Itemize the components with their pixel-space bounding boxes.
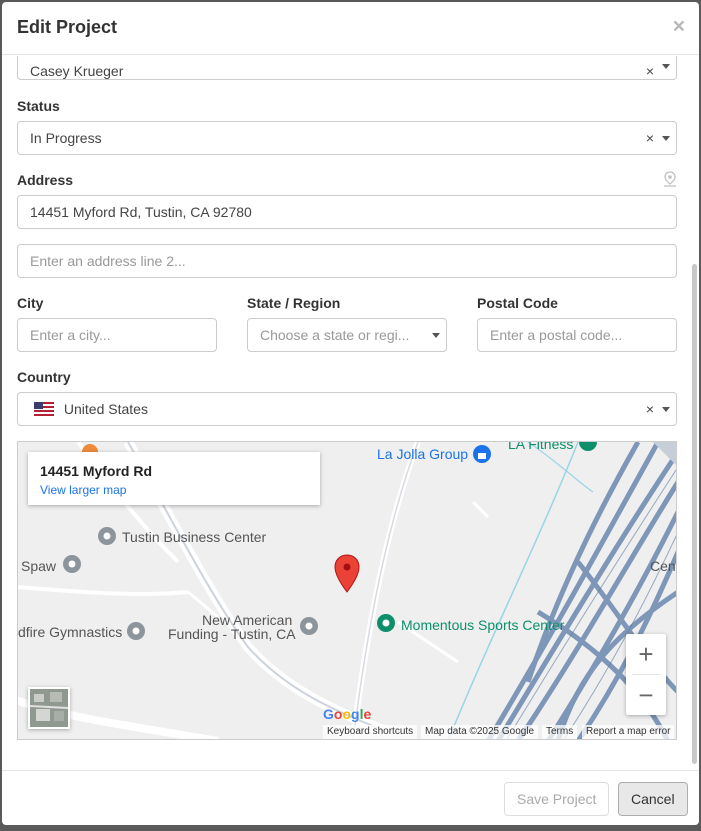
map-info-card: 14451 Myford Rd View larger map	[28, 452, 320, 505]
city-placeholder: Enter a city...	[30, 327, 111, 343]
status-label: Status	[17, 98, 60, 114]
address-line2-input[interactable]: Enter an address line 2...	[17, 244, 677, 278]
assignee-value: Casey Krueger	[30, 63, 124, 79]
country-clear-button[interactable]: ×	[646, 401, 654, 417]
chevron-down-icon[interactable]	[662, 64, 670, 69]
postal-code-placeholder: Enter a postal code...	[490, 327, 623, 343]
chevron-down-icon[interactable]	[662, 136, 670, 141]
assignee-select[interactable]: Casey Krueger ×	[17, 56, 677, 80]
state-select[interactable]: Choose a state or regi...	[247, 318, 447, 352]
address-line1-input[interactable]: 14451 Myford Rd, Tustin, CA 92780	[17, 195, 677, 229]
chevron-down-icon[interactable]	[432, 333, 440, 338]
poi-tustin-business-center[interactable]: Tustin Business Center	[122, 529, 266, 545]
google-logo: Google	[323, 706, 372, 722]
edit-project-modal: Edit Project × Casey Krueger × Status In…	[2, 2, 699, 825]
poi-spaw[interactable]: Spaw	[21, 558, 56, 574]
modal-header: Edit Project ×	[2, 2, 699, 55]
modal-title: Edit Project	[17, 17, 118, 37]
country-select[interactable]: United States ×	[17, 392, 677, 426]
map-card-address: 14451 Myford Rd	[40, 463, 153, 479]
view-larger-map-link[interactable]: View larger map	[40, 483, 126, 497]
us-flag-icon	[34, 402, 54, 416]
state-label: State / Region	[247, 295, 341, 311]
modal-footer: Save Project Cancel	[2, 770, 699, 825]
status-value: In Progress	[30, 130, 102, 146]
poi-gymnastics[interactable]: dfire Gymnastics	[18, 624, 122, 640]
keyboard-shortcuts-link[interactable]: Keyboard shortcuts	[323, 725, 418, 739]
zoom-controls: + −	[626, 634, 666, 715]
zoom-in-button[interactable]: +	[626, 634, 666, 674]
poi-cent[interactable]: Cent	[650, 558, 676, 574]
postal-code-label: Postal Code	[477, 295, 558, 311]
report-map-error-link[interactable]: Report a map error	[582, 725, 675, 739]
poi-momentous-sports-center[interactable]: Momentous Sports Center	[401, 617, 564, 633]
close-button[interactable]: ×	[673, 16, 685, 37]
zoom-out-button[interactable]: −	[626, 675, 666, 715]
poi-new-american-line2[interactable]: Funding - Tustin, CA	[168, 626, 296, 642]
country-label: Country	[17, 369, 71, 385]
address-line1-value: 14451 Myford Rd, Tustin, CA 92780	[30, 204, 252, 220]
satellite-thumbnail-icon	[29, 689, 69, 727]
city-input[interactable]: Enter a city...	[17, 318, 217, 352]
map-pin-icon[interactable]	[663, 171, 677, 187]
terms-link[interactable]: Terms	[542, 725, 578, 739]
modal-body[interactable]: Casey Krueger × Status In Progress × Add…	[2, 56, 699, 770]
cancel-button[interactable]: Cancel	[618, 782, 688, 816]
address-label: Address	[17, 172, 74, 188]
assignee-clear-button[interactable]: ×	[646, 63, 654, 79]
city-label: City	[17, 295, 44, 311]
location-map[interactable]: La Jolla Group LA Fitness Tustin Busines…	[17, 441, 677, 740]
status-select[interactable]: In Progress ×	[17, 121, 677, 155]
address-line2-placeholder: Enter an address line 2...	[30, 253, 186, 269]
satellite-toggle-button[interactable]	[28, 687, 70, 729]
poi-la-fitness[interactable]: LA Fitness	[508, 442, 573, 452]
postal-code-input[interactable]: Enter a postal code...	[477, 318, 677, 352]
poi-la-jolla-group[interactable]: La Jolla Group	[377, 446, 468, 462]
state-placeholder: Choose a state or regi...	[260, 327, 410, 343]
save-project-button[interactable]: Save Project	[504, 782, 610, 816]
country-value: United States	[63, 401, 148, 417]
status-clear-button[interactable]: ×	[646, 130, 654, 146]
scrollbar-thumb[interactable]	[692, 264, 697, 764]
chevron-down-icon[interactable]	[662, 407, 670, 412]
map-data-attribution: Map data ©2025 Google	[421, 725, 539, 739]
